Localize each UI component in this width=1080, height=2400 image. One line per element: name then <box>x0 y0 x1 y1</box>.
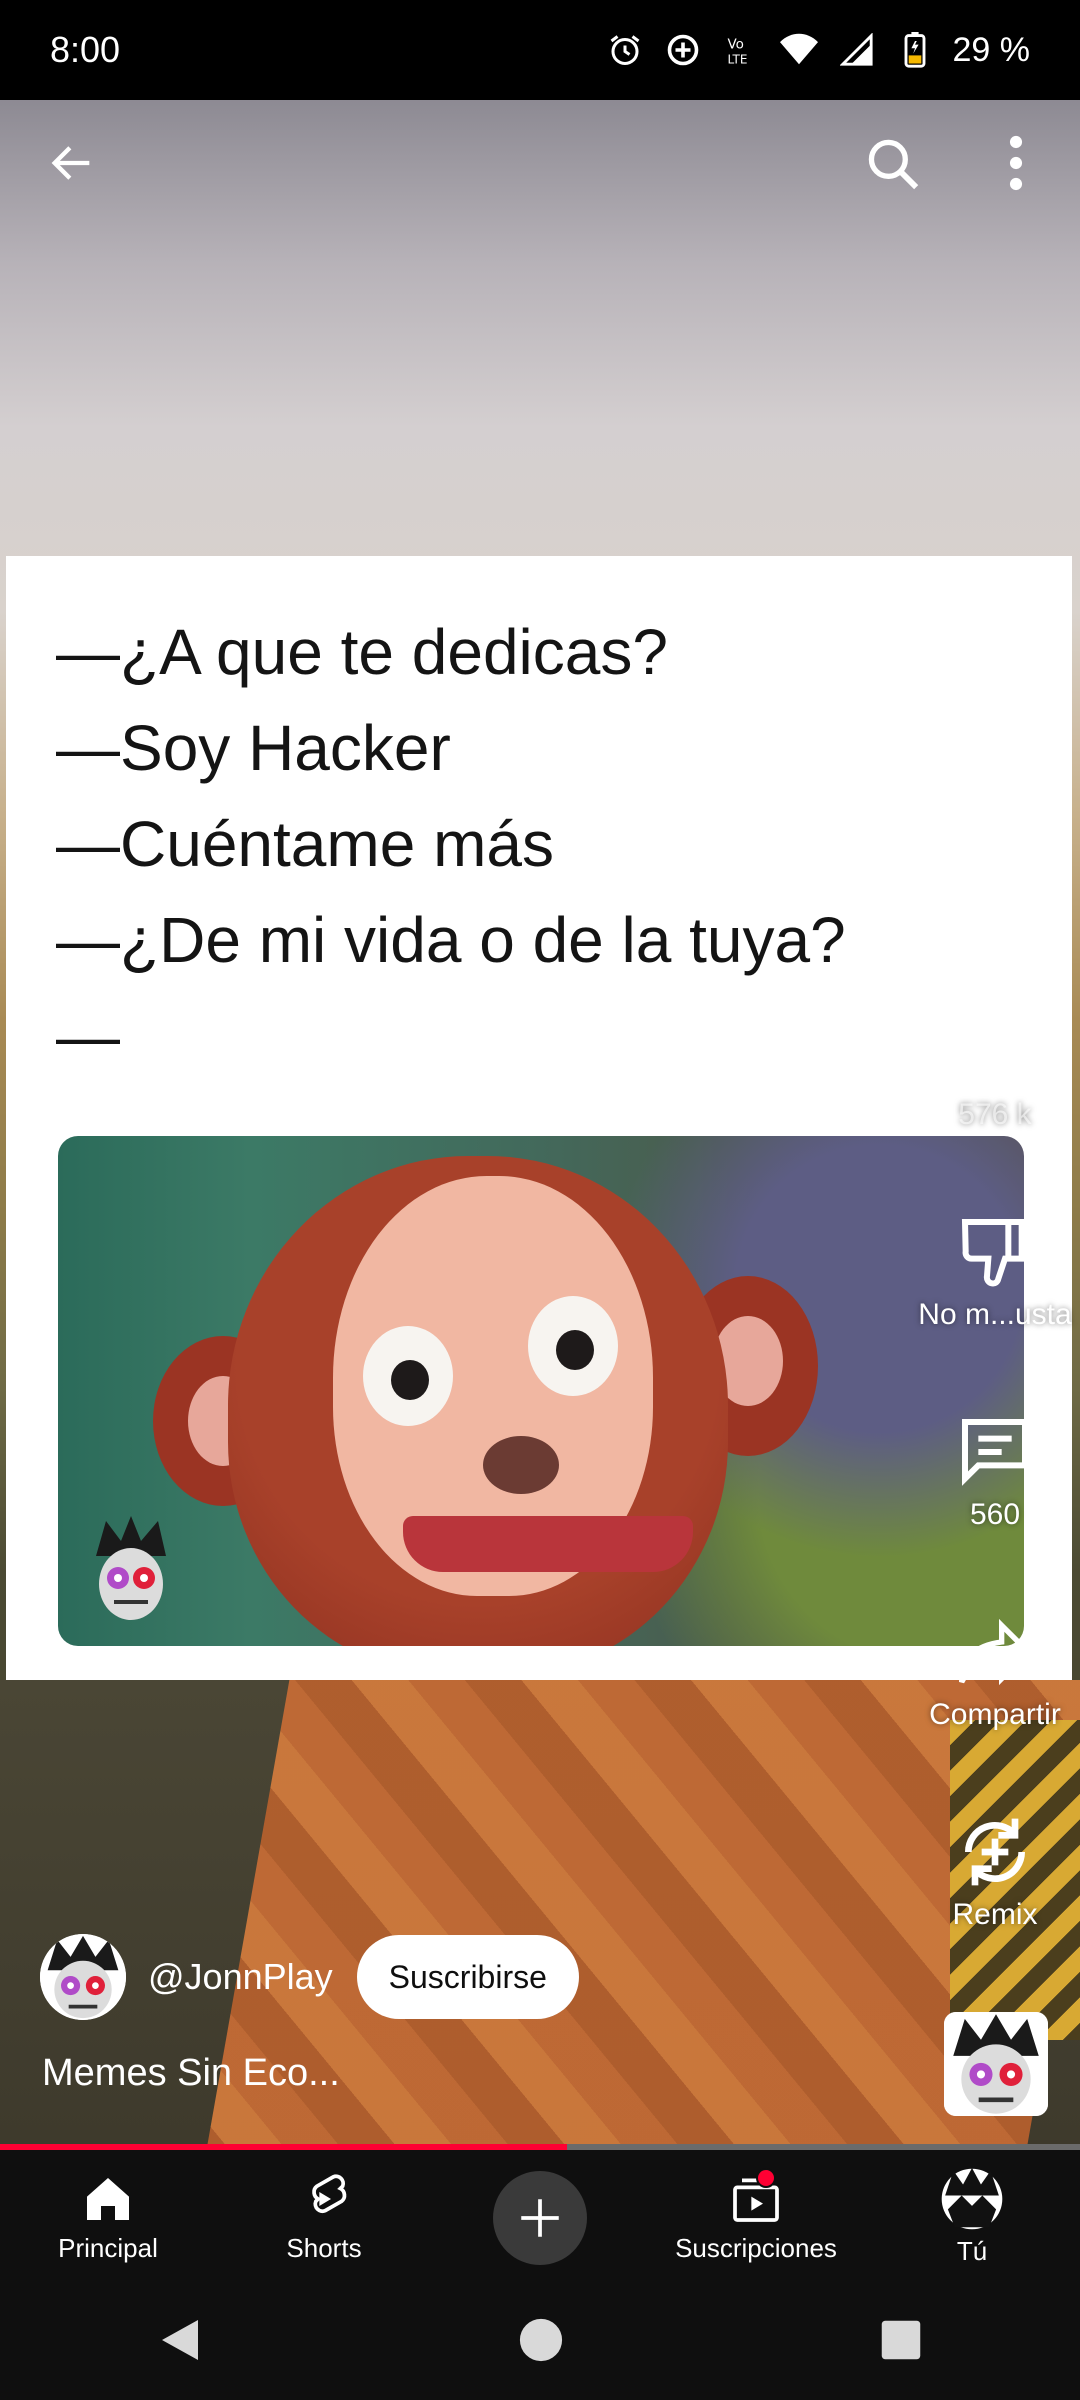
channel-row: @JonnPlay Suscribirse <box>40 1932 579 2022</box>
like-button[interactable]: 576 k <box>905 1012 1080 1132</box>
search-icon <box>868 139 919 190</box>
video-title[interactable]: Memes Sin Eco... <box>42 2052 340 2095</box>
nav-item-home[interactable]: Principal <box>0 2150 216 2285</box>
recents-nav-icon[interactable] <box>880 2319 922 2366</box>
remix-icon <box>965 1818 1025 1886</box>
dislike-button[interactable]: No m...usta <box>905 1212 1080 1332</box>
nav-item-shorts[interactable]: Shorts <box>216 2150 432 2285</box>
battery-icon <box>895 30 935 70</box>
more-options-button[interactable] <box>976 123 1056 203</box>
cell-signal-icon <box>837 30 877 70</box>
share-icon <box>959 1618 1033 1686</box>
data-saver-icon <box>663 30 703 70</box>
like-count: 576 k <box>958 1098 1032 1131</box>
wifi-icon <box>779 30 819 70</box>
meme-line: —Cuéntame más <box>56 808 554 880</box>
status-icons: Vo LTE 29 % <box>605 30 1031 70</box>
plus-icon <box>521 2198 559 2237</box>
sound-thumbnail[interactable] <box>944 2012 1048 2116</box>
profile-avatar <box>941 2168 1003 2230</box>
nav-item-subscriptions[interactable]: Suscripciones <box>648 2150 864 2285</box>
meme-line: —Soy Hacker <box>56 712 451 784</box>
nav-label: Suscripciones <box>675 2233 837 2263</box>
home-icon <box>87 2178 129 2220</box>
share-label: Compartir <box>929 1698 1061 1731</box>
back-nav-icon[interactable] <box>158 2316 202 2369</box>
monkey-puppet-image <box>58 1136 1024 1646</box>
meme-line: —¿De mi vida o de la tuya? <box>56 904 846 976</box>
svg-text:LTE: LTE <box>727 53 747 67</box>
watermark-avatar-icon <box>86 1516 176 1626</box>
svg-text:Vo: Vo <box>727 37 743 53</box>
channel-handle[interactable]: @JonnPlay <box>148 1956 333 1998</box>
meme-line: —¿A que te dedicas? <box>56 616 668 688</box>
thumbs-up-icon <box>961 1022 1028 1086</box>
monkey-nose <box>483 1436 559 1494</box>
monkey-eye <box>528 1296 618 1396</box>
notification-dot <box>756 2168 776 2188</box>
nav-label: Shorts <box>286 2233 362 2263</box>
meme-text: —¿A que te dedicas? —Soy Hacker —Cuéntam… <box>56 604 846 1084</box>
system-nav-bar <box>0 2285 1080 2400</box>
monkey-eye <box>363 1326 453 1426</box>
thumbs-down-icon <box>961 1219 1025 1287</box>
volte-icon: Vo LTE <box>721 30 761 70</box>
remix-button[interactable]: Remix <box>905 1812 1080 1932</box>
back-button[interactable] <box>32 123 112 203</box>
shorts-icon <box>312 2174 347 2214</box>
nav-item-you[interactable]: Tú <box>864 2150 1080 2285</box>
back-arrow-icon <box>51 146 90 180</box>
battery-percent: 29 % <box>952 30 1031 69</box>
nav-label: Principal <box>58 2233 158 2263</box>
video-top-controls <box>0 115 1080 215</box>
search-button[interactable] <box>852 123 932 203</box>
home-nav-icon[interactable] <box>518 2317 564 2368</box>
more-vert-icon <box>1009 135 1023 191</box>
create-button[interactable] <box>493 2170 587 2265</box>
channel-avatar-icon <box>40 1934 126 2020</box>
meme-line: — <box>56 1000 120 1072</box>
nav-item-create[interactable] <box>432 2150 648 2285</box>
alarm-icon <box>605 30 645 70</box>
channel-avatar[interactable] <box>40 1934 126 2020</box>
remix-label: Remix <box>952 1898 1038 1931</box>
monkey-mouth <box>403 1516 693 1572</box>
status-time: 8:00 <box>50 29 121 70</box>
sound-avatar-icon <box>944 2012 1048 2116</box>
subscribe-button[interactable]: Suscribirse <box>356 1935 579 2019</box>
comments-button[interactable]: 560 <box>905 1412 1080 1532</box>
share-button[interactable]: Compartir <box>905 1612 1080 1732</box>
status-bar: 8:00 Vo LTE 29 % <box>0 0 1080 100</box>
comment-count: 560 <box>969 1498 1021 1531</box>
nav-label: Tú <box>956 2236 988 2266</box>
comment-icon <box>962 1419 1028 1486</box>
dislike-label: No m...usta <box>918 1298 1072 1331</box>
bottom-nav: Principal Shorts Suscripciones Tú <box>0 2150 1080 2285</box>
